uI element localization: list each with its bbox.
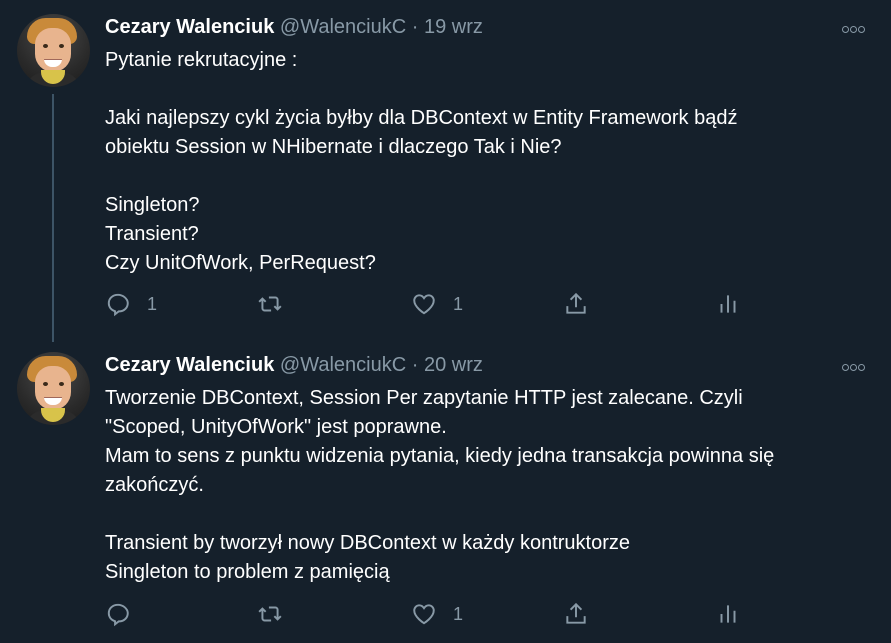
like-button[interactable]: 1 — [411, 601, 463, 627]
reply-button[interactable]: 1 — [105, 291, 157, 317]
share-button[interactable] — [563, 601, 589, 627]
share-icon — [566, 292, 586, 314]
separator: · — [411, 16, 419, 38]
reply-count: 1 — [147, 293, 158, 314]
analytics-button[interactable] — [715, 291, 741, 317]
author-name[interactable]: Cezary Walenciuk — [105, 16, 274, 38]
like-icon — [413, 604, 435, 625]
avatar[interactable] — [17, 14, 90, 87]
analytics-button[interactable] — [715, 601, 741, 627]
like-count: 1 — [453, 293, 464, 314]
tweet-date[interactable]: 19 wrz — [424, 16, 483, 38]
like-count: 1 — [453, 603, 464, 624]
reply-icon — [107, 293, 129, 317]
share-button[interactable] — [563, 291, 589, 317]
tweet-date[interactable]: 20 wrz — [424, 354, 483, 376]
reply-button[interactable] — [105, 601, 147, 627]
like-button[interactable]: 1 — [411, 291, 463, 317]
retweet-button[interactable] — [257, 601, 283, 627]
author-name[interactable]: Cezary Walenciuk — [105, 354, 274, 376]
author-handle[interactable]: @WalenciukC — [280, 354, 406, 376]
more-icon[interactable] — [841, 358, 865, 374]
more-icon[interactable] — [841, 20, 865, 36]
share-icon — [566, 602, 586, 624]
tweet-header: Cezary Walenciuk @WalenciukC · 19 wrz — [105, 16, 483, 39]
analytics-icon — [720, 295, 736, 313]
separator: · — [411, 354, 419, 376]
like-icon — [413, 294, 435, 315]
author-handle[interactable]: @WalenciukC — [280, 16, 406, 38]
thread-line — [52, 94, 54, 342]
analytics-icon — [720, 605, 736, 623]
tweet-text: Tworzenie DBContext, Session Per zapytan… — [105, 387, 775, 583]
retweet-icon — [258, 606, 282, 622]
reply-icon — [107, 603, 129, 627]
tweet-header: Cezary Walenciuk @WalenciukC · 20 wrz — [105, 354, 483, 377]
retweet-icon — [258, 296, 282, 312]
tweet-text: Pytanie rekrutacyjne : Jaki najlepszy cy… — [105, 49, 738, 274]
avatar[interactable] — [17, 352, 90, 425]
retweet-button[interactable] — [257, 291, 283, 317]
